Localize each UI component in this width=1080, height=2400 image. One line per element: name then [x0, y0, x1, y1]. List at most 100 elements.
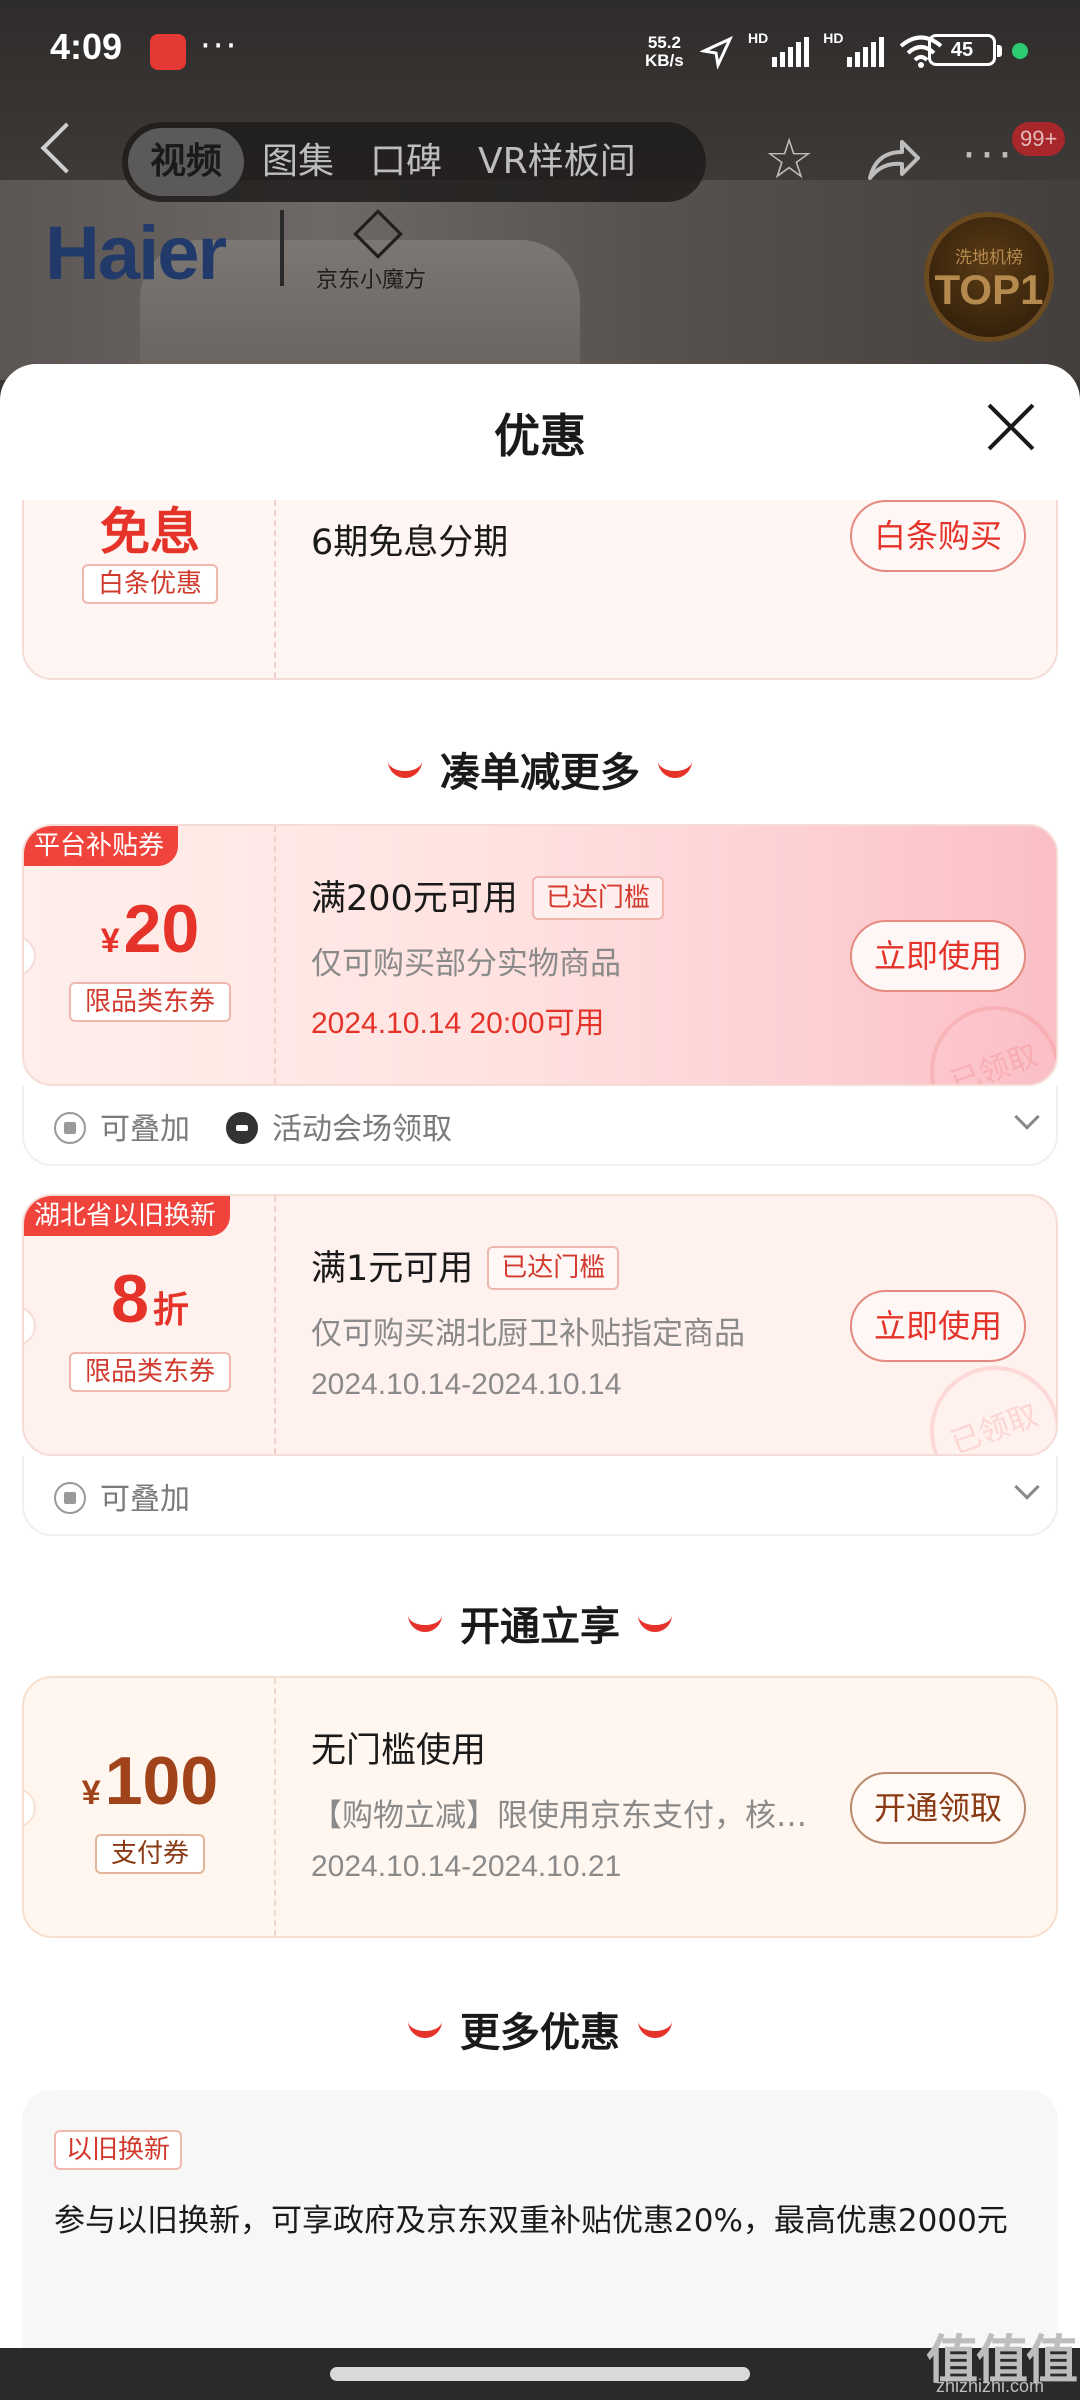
discount-unit: 折: [152, 1289, 189, 1330]
coupon-title: 无门槛使用: [311, 1731, 487, 1771]
coupon-title-text: 满200元可用: [311, 879, 518, 919]
chevron-down-icon[interactable]: [1014, 1474, 1040, 1500]
tab-reviews[interactable]: 口碑: [352, 128, 460, 196]
hd-label: HD: [823, 30, 844, 46]
signal-icon: [772, 37, 810, 67]
message-count-badge: 99+: [1012, 122, 1066, 156]
baitiao-buy-button[interactable]: 白条购买: [850, 500, 1026, 572]
coupon-title: 满200元可用 已达门槛: [311, 870, 664, 921]
coupon-description: 仅可购买湖北厨卫补贴指定商品: [311, 1316, 745, 1352]
activate-claim-button[interactable]: 开通领取: [850, 1772, 1026, 1844]
coupon-amount: 100: [104, 1743, 219, 1819]
tab-video[interactable]: 视频: [128, 128, 245, 196]
section-title: 凑单减更多: [440, 750, 640, 796]
close-icon[interactable]: [986, 402, 1036, 452]
source-label: 活动会场领取: [226, 1104, 452, 1148]
share-icon[interactable]: [862, 132, 922, 188]
favorite-icon[interactable]: ☆: [764, 132, 814, 188]
location-icon: [700, 35, 734, 69]
ranking-badge-title: TOP1: [934, 266, 1044, 313]
coupon-type-tag: 限品类东券: [68, 1352, 232, 1392]
smile-icon: [388, 760, 422, 778]
signal-icon: [847, 37, 885, 67]
hubei-tradein-coupon: 湖北省以旧换新 8折 限品类东券 满1元可用 已达门槛 仅可购买湖北厨卫补贴指定商…: [22, 1194, 1058, 1456]
coupon-date: 2024.10.14-2024.10.14: [311, 1368, 622, 1401]
currency-symbol: ¥: [100, 922, 120, 960]
smile-icon: [408, 2020, 442, 2038]
threshold-reached-tag: 已达门槛: [531, 876, 664, 920]
brand-divider: [280, 210, 284, 286]
status-indicator: [1012, 43, 1028, 59]
platform-coupon: 平台补贴券 ¥20 限品类东券 满200元可用 已达门槛 仅可购买部分实物商品 2…: [22, 824, 1058, 1086]
status-bar: 4:09 ··· 55.2 KB/s HD HD 45: [0, 0, 1080, 100]
coupon-footer: 可叠加: [22, 1456, 1058, 1536]
status-time: 4:09: [50, 26, 123, 67]
section-title: 更多优惠: [460, 2010, 620, 2056]
coupon-title: 6期免息分期: [311, 523, 509, 563]
media-tabs: 视频 图集 口碑 VR样板间: [122, 122, 706, 202]
tab-vr-showroom[interactable]: VR样板间: [460, 128, 654, 196]
ranking-badge: 洗地机榜 TOP1: [924, 212, 1054, 342]
offer-type-tag: 以旧换新: [54, 2130, 183, 2170]
coupon-corner-tag: 湖北省以旧换新: [24, 1196, 231, 1236]
coupon-value: 免息: [100, 504, 200, 560]
coupon-amount: 8: [111, 1261, 149, 1337]
section-heading: 更多优惠: [0, 2000, 1080, 2058]
coupon-corner-tag: 平台补贴券: [24, 826, 179, 866]
coupon-type-tag: 白条优惠: [81, 564, 219, 604]
smile-icon: [658, 760, 692, 778]
stackable-icon: [54, 1112, 86, 1144]
partner-logo: 京东小魔方: [316, 268, 427, 293]
coupon-footer: 可叠加 活动会场领取: [22, 1086, 1058, 1166]
coupon-value: 8折: [24, 1260, 276, 1338]
brand-logo: Haier: [45, 211, 227, 296]
stackable-icon: [54, 1482, 86, 1514]
baitiao-coupon: 免息 白条优惠 6期免息分期 白条购买: [22, 500, 1058, 680]
smile-icon: [638, 1614, 672, 1632]
payment-coupon: ¥100 支付券 无门槛使用 【购物立减】限使用京东支付，核… 2024.10.…: [22, 1676, 1058, 1938]
threshold-reached-tag: 已达门槛: [487, 1246, 620, 1290]
coupon-date: 2024.10.14-2024.10.21: [311, 1850, 622, 1883]
smile-icon: [408, 1614, 442, 1632]
network-speed: 55.2 KB/s: [645, 34, 684, 70]
stackable-label: 可叠加: [54, 1104, 190, 1148]
coupon-amount: 20: [123, 891, 200, 967]
home-indicator[interactable]: [330, 2367, 750, 2381]
currency-symbol: ¥: [81, 1774, 101, 1812]
coupon-description: 【购物立减】限使用京东支付，核…: [311, 1798, 807, 1834]
coupon-title-text: 满1元可用: [311, 1249, 474, 1289]
ranking-badge-caption: 洗地机榜: [955, 248, 1023, 268]
use-now-button[interactable]: 立即使用: [850, 1290, 1026, 1362]
more-icon[interactable]: ···: [962, 130, 1016, 181]
tab-gallery[interactable]: 图集: [244, 128, 352, 196]
section-heading: 凑单减更多: [0, 740, 1080, 798]
watermark-url: zhizhizhi.com: [936, 2376, 1045, 2396]
sheet-title: 优惠: [494, 409, 586, 463]
coupon-description: 仅可购买部分实物商品: [311, 946, 621, 982]
stackable-text: 可叠加: [100, 1482, 190, 1517]
coupon-type-tag: 限品类东券: [68, 982, 232, 1022]
use-now-button[interactable]: 立即使用: [850, 920, 1026, 992]
coupon-title: 满1元可用 已达门槛: [311, 1240, 620, 1291]
chevron-down-icon[interactable]: [1014, 1104, 1040, 1130]
smile-icon: [638, 2020, 672, 2038]
stackable-text: 可叠加: [100, 1112, 190, 1147]
stackable-label: 可叠加: [54, 1474, 190, 1518]
claimed-stamp: 已领取: [911, 987, 1056, 1084]
coupon-value: ¥100: [24, 1742, 276, 1820]
battery-icon: 45: [928, 34, 1002, 66]
status-icons: HD HD: [700, 30, 944, 74]
section-title: 开通立享: [460, 1604, 620, 1650]
coupon-value: ¥20: [24, 890, 276, 968]
network-speed-value: 55.2: [647, 33, 681, 52]
network-speed-unit: KB/s: [645, 51, 684, 70]
section-heading: 开通立享: [0, 1594, 1080, 1652]
venue-icon: [226, 1112, 258, 1144]
source-text: 活动会场领取: [272, 1112, 452, 1147]
notification-app-icon: [150, 34, 186, 70]
coupon-type-tag: 支付券: [94, 1834, 206, 1874]
more-notifications-icon: ···: [200, 26, 239, 66]
offer-description: 参与以旧换新，可享政府及京东双重补贴优惠20%，最高优惠2000元: [54, 2203, 1008, 2239]
claimed-stamp: 已领取: [911, 1347, 1056, 1454]
hd-label: HD: [748, 30, 769, 46]
